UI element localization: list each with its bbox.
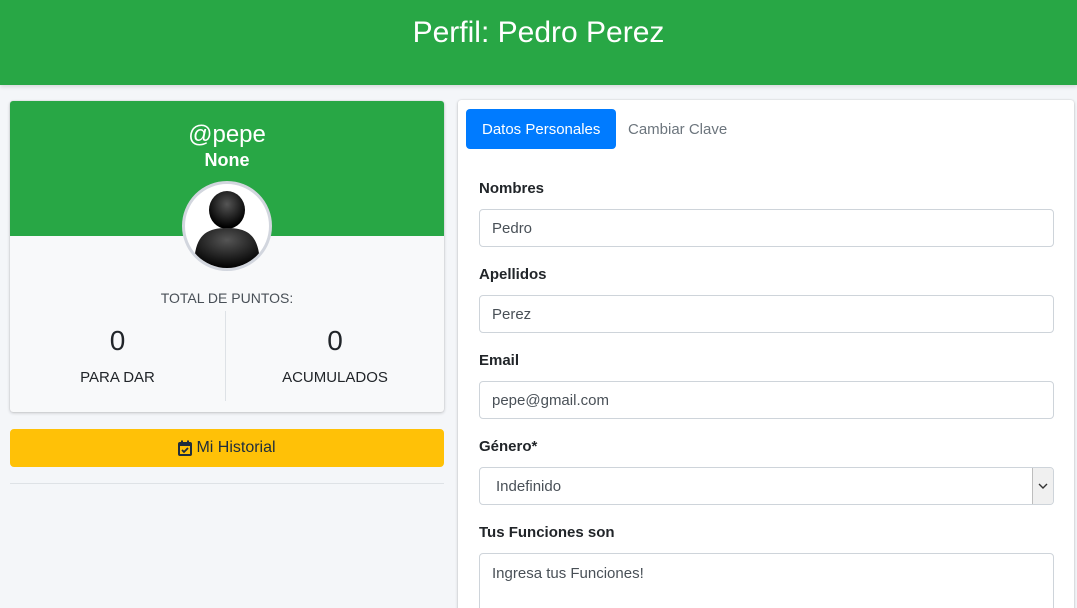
genero-selected: Indefinido [496,477,562,495]
email-label: Email [479,352,520,369]
user-silhouette-icon [194,191,260,268]
points-title: TOTAL DE PUNTOS: [160,290,294,306]
tab-label: Datos Personales [482,120,601,138]
apellidos-value: Perez [492,305,532,323]
funciones-textarea[interactable]: Ingresa tus Funciones! [479,553,1054,608]
avatar [182,181,272,271]
history-button-label: Mi Historial [196,439,276,456]
page-title: Perfil: Pedro Perez [412,16,665,49]
genero-label: Género* [479,438,538,455]
tab-label: Cambiar Clave [628,120,728,138]
stat-acumulados: 0 ACUMULADOS [227,311,443,401]
profile-role: None [204,150,250,170]
nombres-value: Pedro [492,219,533,237]
funciones-placeholder: Ingresa tus Funciones! [492,565,644,582]
stat-para-dar: 0 PARA DAR [10,311,226,401]
nombres-label: Nombres [479,180,545,197]
email-value: pepe@gmail.com [492,391,609,409]
profile-card: @pepe None TOTAL DE PUNTOS: 0 PARA DAR 0… [10,101,444,412]
stat-value: 0 [327,325,343,356]
tab-cambiar-clave[interactable]: Cambiar Clave [612,109,743,149]
stat-value: 0 [109,325,126,356]
profile-username: @pepe [188,121,266,148]
stat-label: PARA DAR [80,369,155,386]
genero-select[interactable]: Indefinido [479,467,1054,505]
page-header: Perfil: Pedro Perez [0,0,1077,85]
calendar-check-icon [178,440,193,456]
tab-datos-personales[interactable]: Datos Personales [466,109,617,149]
chevron-down-icon[interactable] [1032,468,1053,504]
stat-label: ACUMULADOS [282,369,388,386]
divider [10,483,444,484]
email-field[interactable]: pepe@gmail.com [479,381,1054,419]
history-button[interactable]: Mi Historial [10,429,444,467]
profile-form-card: Datos Personales Cambiar Clave Nombres P… [458,100,1074,608]
nombres-field[interactable]: Pedro [479,209,1054,247]
apellidos-label: Apellidos [479,266,547,283]
apellidos-field[interactable]: Perez [479,295,1054,333]
funciones-label: Tus Funciones son [479,524,615,541]
